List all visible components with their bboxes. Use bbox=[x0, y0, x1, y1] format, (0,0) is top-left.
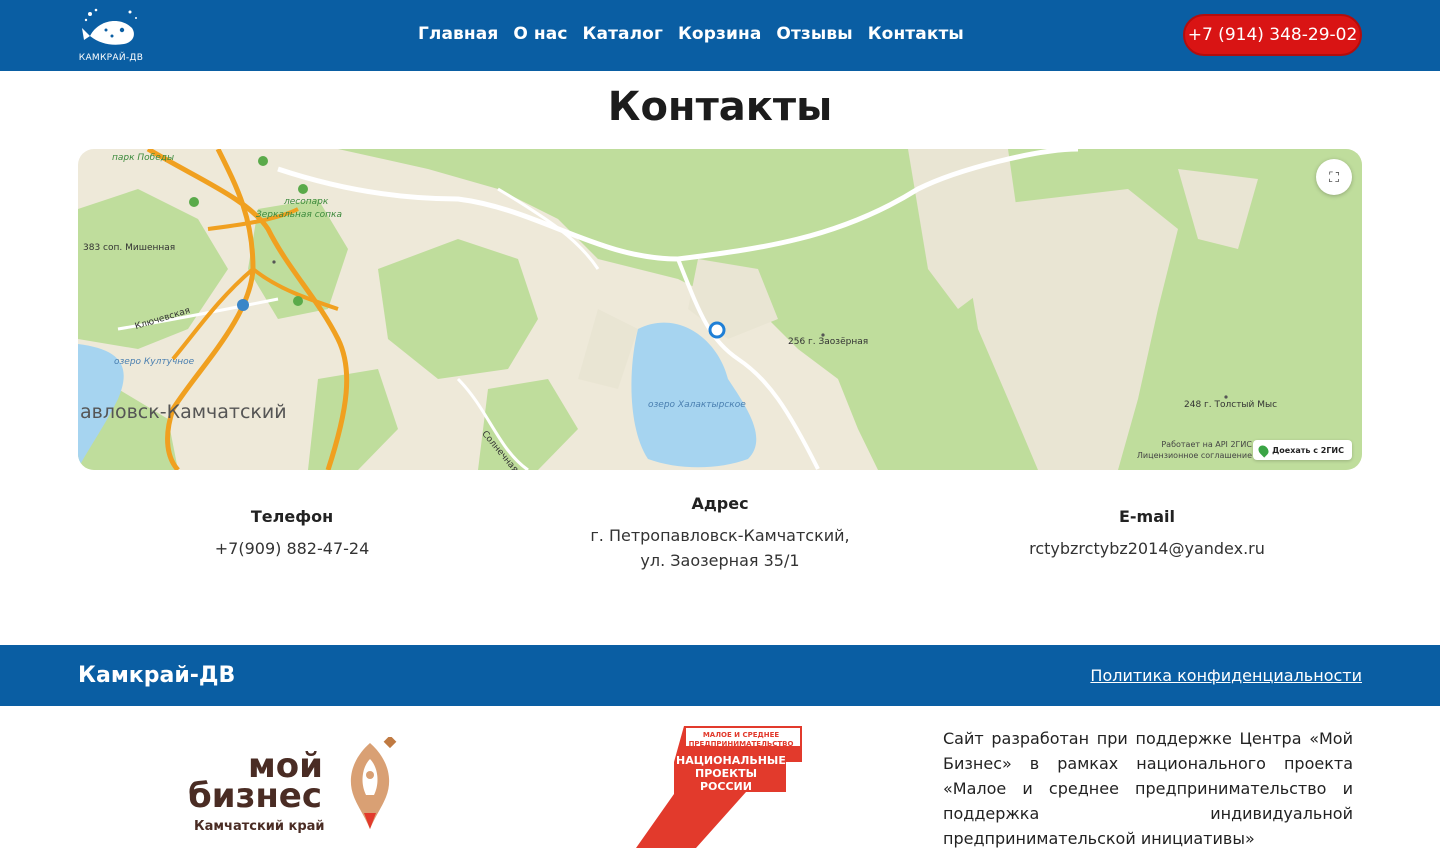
park-icon bbox=[189, 197, 199, 207]
license-link[interactable]: Лицензионное соглашение bbox=[1137, 450, 1252, 461]
main-nav: Главная О нас Каталог Корзина Отзывы Кон… bbox=[418, 24, 964, 44]
map-attribution: Работает на API 2ГИС Лицензионное соглаш… bbox=[1137, 439, 1252, 461]
logo-text: КАМКРАЙ-ДВ bbox=[78, 53, 144, 63]
nav-reviews[interactable]: Отзывы bbox=[776, 24, 852, 44]
map-label-park: парк Победы bbox=[112, 153, 175, 163]
contact-phone-value[interactable]: +7(909) 882-47-24 bbox=[142, 536, 442, 561]
map-label-kultuchnoe: озеро Култучное bbox=[114, 357, 195, 367]
map-label-khalaktyrskoe: озеро Халактырское bbox=[648, 400, 746, 410]
map-label-lesopark: лесопарк bbox=[284, 197, 329, 207]
moy-biznes-region: Камчатский край bbox=[194, 819, 325, 834]
route-button-label: Доехать с 2ГИС bbox=[1272, 445, 1344, 455]
expand-icon: ⛶ bbox=[1329, 168, 1339, 185]
nat-proj-small-text: МАЛОЕ И СРЕДНЕЕ ПРЕДПРИНИМАТЕЛЬСТВО bbox=[688, 731, 794, 748]
contact-email: E-mail rctybzrctybz2014@yandex.ru bbox=[997, 507, 1297, 561]
map-label-zaozernaya: 256 г. Заозёрная bbox=[788, 337, 869, 347]
contact-address-title: Адрес bbox=[691, 494, 749, 513]
contact-address-line1: г. Петропавловск-Камчатский, bbox=[590, 526, 850, 545]
nav-contacts[interactable]: Контакты bbox=[868, 24, 964, 44]
contact-address-line2: ул. Заозерная 35/1 bbox=[640, 551, 800, 570]
map-widget[interactable]: парк Победы лесопарк Зеркальная сопка 38… bbox=[78, 149, 1362, 470]
contact-phone: Телефон +7(909) 882-47-24 bbox=[142, 507, 442, 561]
attribution-api-link[interactable]: Работает на API 2ГИС bbox=[1137, 439, 1252, 450]
map-label-tolstyi: 248 г. Толстый Мыс bbox=[1184, 400, 1278, 410]
2gis-leaf-icon bbox=[1256, 442, 1271, 458]
park-icon bbox=[258, 156, 268, 166]
support-text: Сайт разработан при поддержке Центра «Мо… bbox=[943, 729, 1353, 848]
privacy-policy-link[interactable]: Политика конфиденциальности bbox=[1090, 666, 1362, 685]
site-header: КАМКРАЙ-ДВ Главная О нас Каталог Корзина… bbox=[0, 0, 1440, 71]
national-projects-logo[interactable]: МАЛОЕ И СРЕДНЕЕ ПРЕДПРИНИМАТЕЛЬСТВО НАЦИ… bbox=[636, 724, 806, 850]
park-icon bbox=[298, 184, 308, 194]
map-label-zerkalnaya: Зеркальная сопка bbox=[256, 210, 342, 220]
fullscreen-button[interactable]: ⛶ bbox=[1316, 159, 1352, 195]
phone-button[interactable]: +7 (914) 348-29-02 bbox=[1183, 14, 1362, 56]
map-label-mishennaya: 383 соп. Мишенная bbox=[83, 243, 176, 253]
route-2gis-button[interactable]: Доехать с 2ГИС bbox=[1253, 440, 1352, 460]
page-title: Контакты bbox=[607, 84, 833, 130]
nat-proj-big-text: НАЦИОНАЛЬНЫЕ ПРОЕКТЫ РОССИИ bbox=[676, 754, 786, 793]
location-marker[interactable] bbox=[708, 321, 726, 339]
logo[interactable]: КАМКРАЙ-ДВ bbox=[76, 6, 146, 64]
contact-phone-title: Телефон bbox=[250, 507, 334, 526]
nav-about[interactable]: О нас bbox=[513, 24, 567, 44]
bus-stop-icon bbox=[237, 299, 249, 311]
contact-email-title: E-mail bbox=[1118, 507, 1175, 526]
contact-email-value[interactable]: rctybzrctybz2014@yandex.ru bbox=[997, 536, 1297, 561]
rocket-pin-icon bbox=[350, 737, 397, 829]
contact-address: Адрес г. Петропавловск-Камчатский, ул. З… bbox=[520, 494, 920, 573]
moy-biznes-line2: бизнес bbox=[188, 776, 323, 816]
map-label-city: авловск-Камчатский bbox=[80, 401, 287, 423]
park-icon bbox=[293, 296, 303, 306]
moy-biznes-logo[interactable]: мой бизнес Камчатский край bbox=[188, 737, 398, 837]
nav-cart[interactable]: Корзина bbox=[678, 24, 761, 44]
nav-catalog[interactable]: Каталог bbox=[583, 24, 663, 44]
nav-home[interactable]: Главная bbox=[418, 24, 498, 44]
fish-logo-icon bbox=[82, 8, 137, 45]
footer-brand: Камкрай-ДВ bbox=[78, 663, 236, 688]
footer-band: Камкрай-ДВ Политика конфиденциальности bbox=[0, 645, 1440, 706]
